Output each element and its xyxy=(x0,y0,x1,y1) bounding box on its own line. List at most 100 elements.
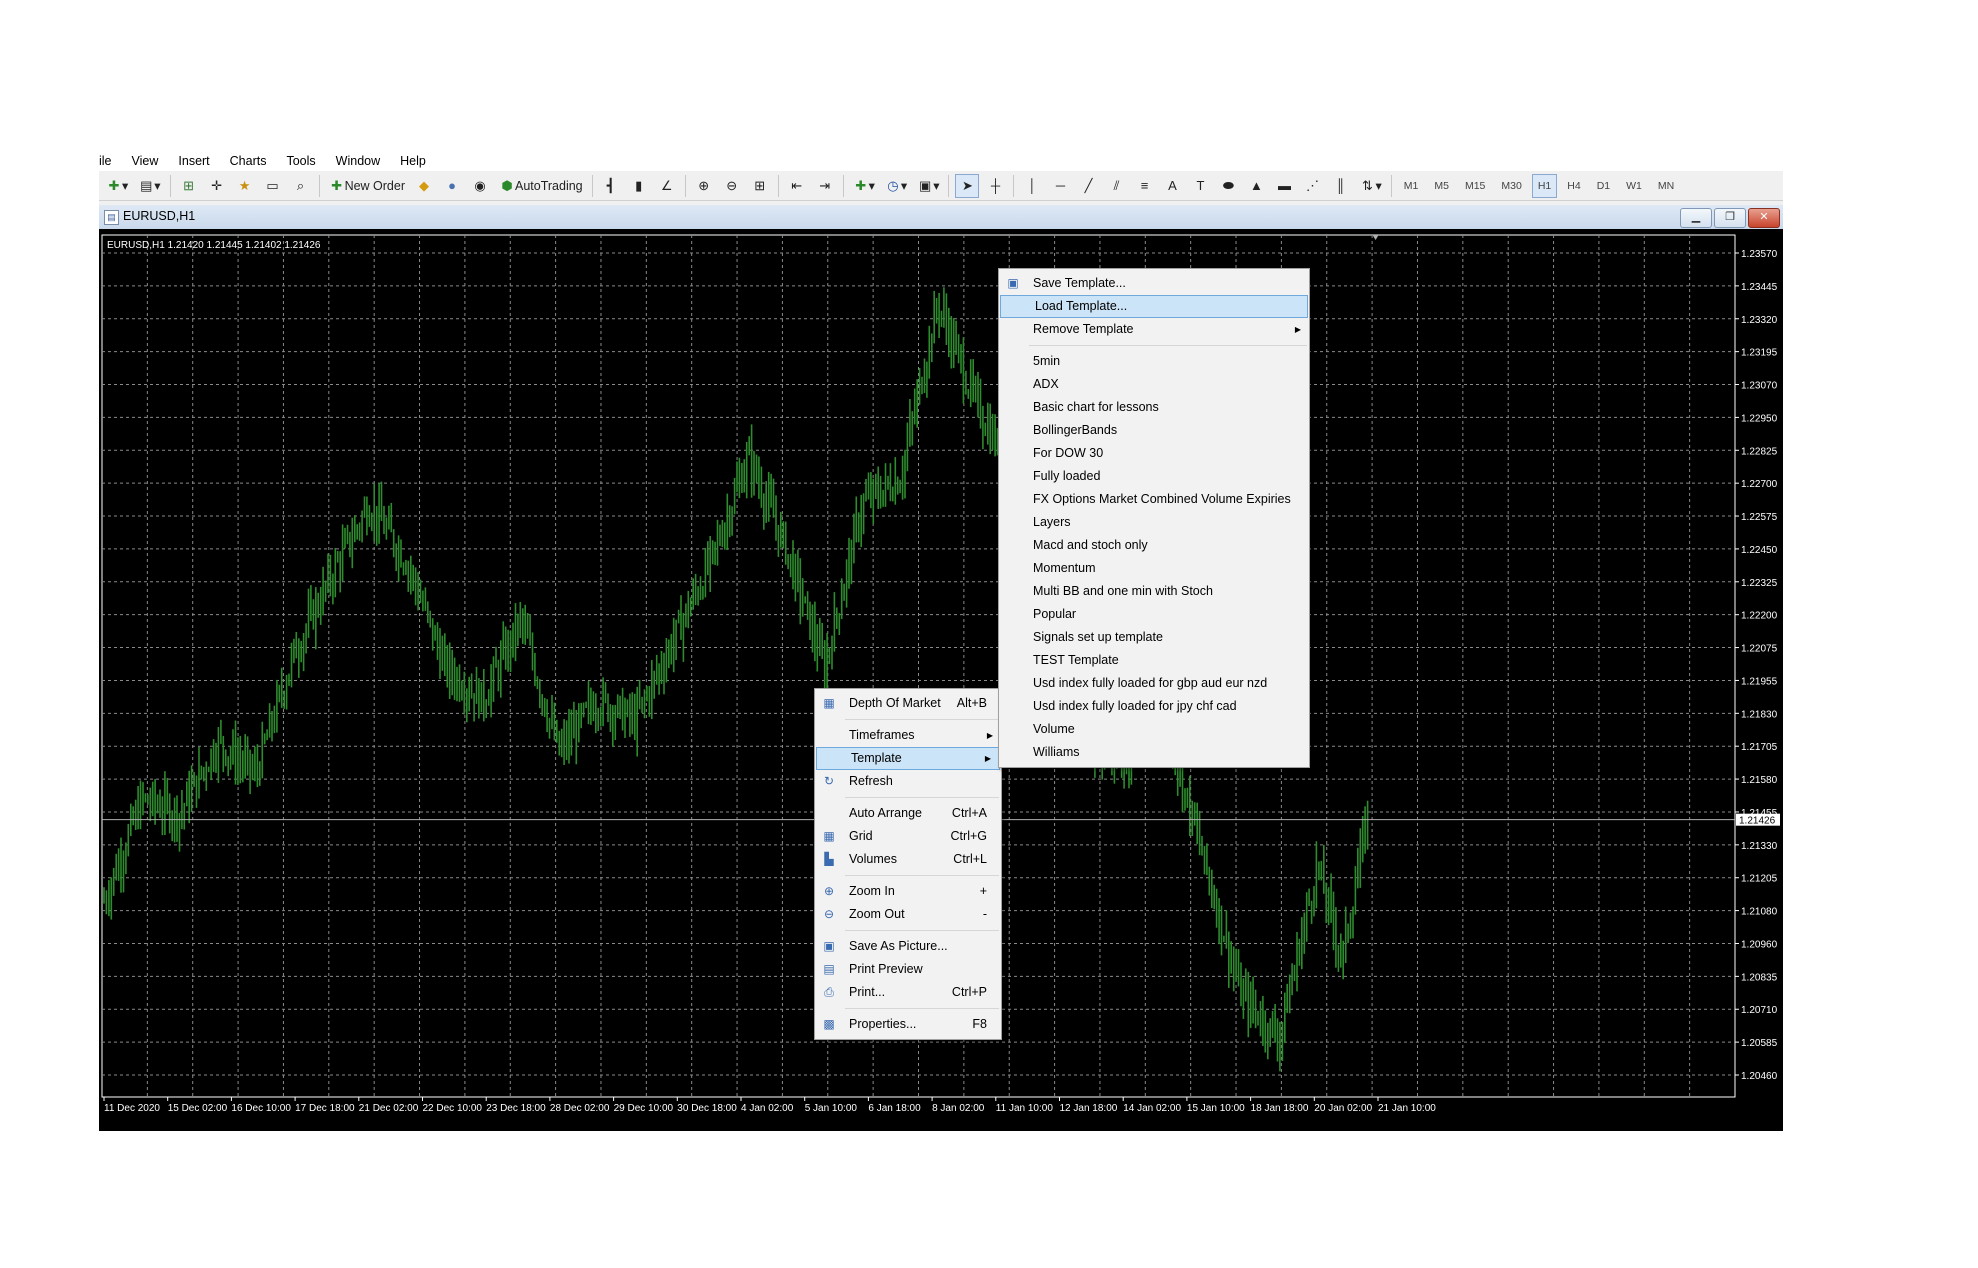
rectangle-button[interactable]: ▬ xyxy=(1272,174,1296,198)
template_menu-for-dow-30[interactable]: For DOW 30 xyxy=(999,442,1309,465)
context_menu-zoom-in[interactable]: ⊕ Zoom In + xyxy=(815,880,1001,903)
context_menu-timeframes[interactable]: Timeframes ▶ xyxy=(815,724,1001,747)
chart-shift-button[interactable]: ⇤ xyxy=(785,174,809,198)
new-chart-button[interactable]: ✚ ▾ xyxy=(103,174,131,198)
autotrading-button[interactable]: ⬢ AutoTrading xyxy=(496,174,586,198)
chart-window-titlebar[interactable]: ▤ EURUSD,H1 ▁ ❐ ✕ xyxy=(99,205,1783,230)
template_menu-momentum[interactable]: Momentum xyxy=(999,557,1309,580)
context_menu-template[interactable]: Template ▶ xyxy=(816,747,1000,770)
menu-insert[interactable]: Insert xyxy=(168,151,219,171)
template_menu-basic-chart-for-lessons[interactable]: Basic chart for lessons xyxy=(999,396,1309,419)
context_menu-refresh[interactable]: ↻ Refresh xyxy=(815,770,1001,793)
template_menu-usd-index-fully-loaded-for-gbp-aud-eur-nzd[interactable]: Usd index fully loaded for gbp aud eur n… xyxy=(999,672,1309,695)
terminal-button[interactable]: ▭ xyxy=(261,174,285,198)
toolbar-separator xyxy=(591,174,593,197)
market-watch-button[interactable]: ⊞ xyxy=(177,174,201,198)
template_menu-load-template[interactable]: Load Template... xyxy=(1000,295,1308,318)
timeframe-m30[interactable]: M30 xyxy=(1495,174,1527,198)
template_menu-usd-index-fully-loaded-for-jpy-chf-cad[interactable]: Usd index fully loaded for jpy chf cad xyxy=(999,695,1309,718)
zoom-out-button[interactable]: ⊖ xyxy=(720,174,744,198)
timeframe-h1[interactable]: H1 xyxy=(1531,173,1558,198)
timeframe-d1[interactable]: D1 xyxy=(1591,174,1616,198)
template_menu-adx[interactable]: ADX xyxy=(999,373,1309,396)
timeframe-m15[interactable]: M15 xyxy=(1459,174,1491,198)
template_menu-save-template[interactable]: ▣ Save Template... xyxy=(999,272,1309,295)
navigator-icon: ★ xyxy=(238,177,251,193)
crosshair-button[interactable]: ┼ xyxy=(983,174,1007,198)
timeframe-w1[interactable]: W1 xyxy=(1620,174,1648,198)
context_menu-grid[interactable]: ▦ Grid Ctrl+G xyxy=(815,825,1001,848)
menu-tools[interactable]: Tools xyxy=(276,151,325,171)
arrows-button[interactable]: ⇅ ▾ xyxy=(1356,174,1384,198)
template_menu-volume[interactable]: Volume xyxy=(999,718,1309,741)
ellipse-button[interactable]: ⬬ xyxy=(1216,174,1240,198)
context_menu-zoom-out[interactable]: ⊖ Zoom Out - xyxy=(815,903,1001,926)
template_menu-fx-options-market-combined-volume-expiries[interactable]: FX Options Market Combined Volume Expiri… xyxy=(999,488,1309,511)
metaeditor-button[interactable]: ◆ xyxy=(412,174,436,198)
periods-button[interactable]: ◷ ▾ xyxy=(882,174,910,198)
trendline-button[interactable]: ╱ xyxy=(1076,174,1100,198)
templates-button[interactable]: ▣ ▾ xyxy=(914,174,942,198)
candlestick-button[interactable]: ▮ xyxy=(627,174,651,198)
timeframe-m5[interactable]: M5 xyxy=(1428,174,1455,198)
template_menu-layers[interactable]: Layers xyxy=(999,511,1309,534)
template_menu-williams[interactable]: Williams xyxy=(999,741,1309,764)
template_menu-bollingerbands[interactable]: BollingerBands xyxy=(999,419,1309,442)
menu-item-label: Zoom Out xyxy=(849,907,905,921)
text-button[interactable]: A xyxy=(1160,174,1184,198)
menu-help[interactable]: Help xyxy=(390,151,436,171)
triangle-button[interactable]: ▲ xyxy=(1244,174,1268,198)
context_menu-save-as-picture[interactable]: ▣ Save As Picture... xyxy=(815,935,1001,958)
menu-view[interactable]: View xyxy=(122,151,169,171)
menu-charts[interactable]: Charts xyxy=(220,151,277,171)
vps-button[interactable]: ◉ xyxy=(468,174,492,198)
restore-button[interactable]: ❐ xyxy=(1714,208,1746,228)
fibo-fan-button[interactable]: ⋰ xyxy=(1300,174,1324,198)
context_menu-print[interactable]: ⎙ Print... Ctrl+P xyxy=(815,981,1001,1004)
vertical-line-button[interactable]: │ xyxy=(1020,174,1044,198)
timeframe-mn[interactable]: MN xyxy=(1652,174,1680,198)
template_menu-macd-and-stoch-only[interactable]: Macd and stoch only xyxy=(999,534,1309,557)
profiles-button[interactable]: ▤ ▾ xyxy=(135,174,163,198)
cycle-lines-button[interactable]: ║ xyxy=(1328,174,1352,198)
context_menu-depth-of-market[interactable]: ▦ Depth Of Market Alt+B xyxy=(815,692,1001,715)
template_menu-5min[interactable]: 5min xyxy=(999,350,1309,373)
indicators-button[interactable]: ✚ ▾ xyxy=(850,174,878,198)
menu-file[interactable]: ile xyxy=(99,151,122,171)
bar-chart-button[interactable]: ┫ xyxy=(599,174,623,198)
timeframe-h4[interactable]: H4 xyxy=(1561,174,1586,198)
template_menu-remove-template[interactable]: Remove Template ▶ xyxy=(999,318,1309,341)
template_menu-multi-bb-and-one-min-with-stoch[interactable]: Multi BB and one min with Stoch xyxy=(999,580,1309,603)
strategy-tester-button[interactable]: ⌕ xyxy=(289,174,313,198)
template_menu-fully-loaded[interactable]: Fully loaded xyxy=(999,465,1309,488)
context_menu-volumes[interactable]: ▙ Volumes Ctrl+L xyxy=(815,848,1001,871)
autoscroll-button[interactable]: ⇥ xyxy=(813,174,837,198)
template_menu-signals-set-up-template[interactable]: Signals set up template xyxy=(999,626,1309,649)
text-label-button[interactable]: T xyxy=(1188,174,1212,198)
template_menu-popular[interactable]: Popular xyxy=(999,603,1309,626)
y-tick-label: 1.22200 xyxy=(1741,611,1778,622)
menu-item-shortcut: F8 xyxy=(972,1017,987,1031)
timeframe-m1[interactable]: M1 xyxy=(1398,174,1425,198)
menu-item-label: 5min xyxy=(1033,354,1061,368)
horizontal-line-button[interactable]: ─ xyxy=(1048,174,1072,198)
data-window-button[interactable]: ✛ xyxy=(205,174,229,198)
context_menu-print-preview[interactable]: ▤ Print Preview xyxy=(815,958,1001,981)
horizontal-line-icon: ─ xyxy=(1055,177,1066,193)
cursor-button[interactable]: ➤ xyxy=(955,173,980,198)
minimize-button[interactable]: ▁ xyxy=(1680,208,1712,228)
navigator-button[interactable]: ★ xyxy=(233,174,257,198)
context_menu-properties[interactable]: ▩ Properties... F8 xyxy=(815,1013,1001,1036)
context_menu-auto-arrange[interactable]: Auto Arrange Ctrl+A xyxy=(815,802,1001,825)
menu-window[interactable]: Window xyxy=(326,151,390,171)
new-order-button[interactable]: ✚ New Order xyxy=(326,174,408,198)
fibonacci-button[interactable]: ≡ xyxy=(1132,174,1156,198)
signals-button[interactable]: ● xyxy=(440,174,464,198)
save-template-icon: ▣ xyxy=(1007,276,1019,290)
equidistant-channel-button[interactable]: ⫽ xyxy=(1104,174,1128,198)
close-button[interactable]: ✕ xyxy=(1748,208,1780,228)
tile-windows-button[interactable]: ⊞ xyxy=(748,174,772,198)
line-chart-button[interactable]: ∠ xyxy=(655,174,679,198)
zoom-in-button[interactable]: ⊕ xyxy=(692,174,716,198)
template_menu-test-template[interactable]: TEST Template xyxy=(999,649,1309,672)
